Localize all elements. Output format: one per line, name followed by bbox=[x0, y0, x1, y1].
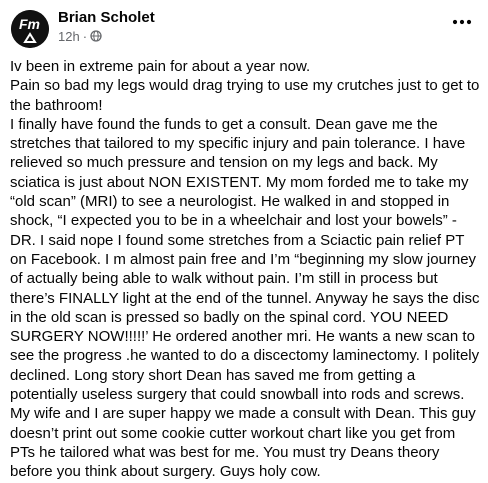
globe-icon[interactable] bbox=[90, 30, 102, 42]
post-timestamp[interactable]: 12h bbox=[58, 29, 80, 44]
post-paragraph: I finally have found the funds to get a … bbox=[10, 115, 480, 481]
fm-logo-icon: Fm bbox=[11, 10, 49, 48]
avatar-logo-text: Fm bbox=[19, 16, 40, 32]
post-meta: 12h · bbox=[58, 28, 102, 44]
author-name[interactable]: Brian Scholet bbox=[58, 9, 155, 26]
meta-separator: · bbox=[82, 28, 88, 44]
more-options-icon[interactable] bbox=[451, 12, 473, 32]
avatar[interactable]: Fm bbox=[11, 10, 49, 48]
post-paragraph: Iv been in extreme pain for about a year… bbox=[10, 58, 311, 75]
post-message: Iv been in extreme pain for about a year… bbox=[10, 57, 482, 482]
post-paragraph: Pain so bad my legs would drag trying to… bbox=[10, 77, 480, 114]
facebook-post: Fm Brian Scholet 12h · Iv been in extrem… bbox=[0, 0, 488, 483]
